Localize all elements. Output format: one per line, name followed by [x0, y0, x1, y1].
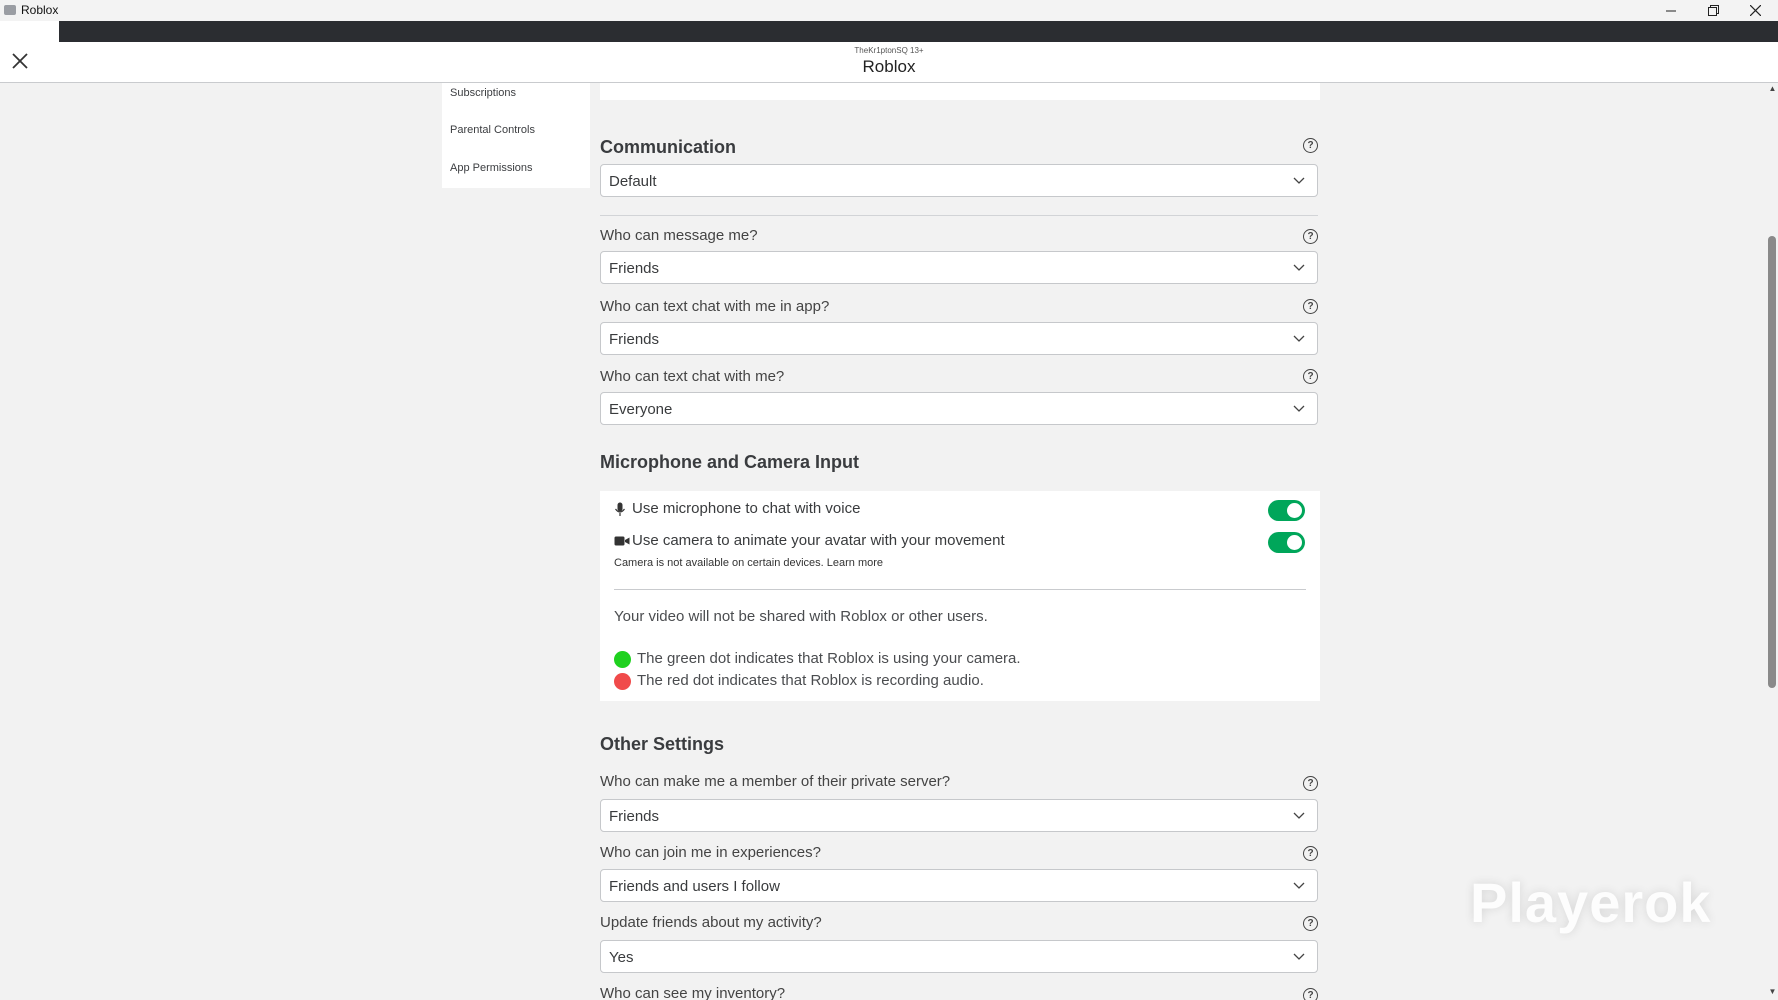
- help-icon[interactable]: ?: [1303, 369, 1318, 384]
- chevron-down-icon: [1293, 264, 1305, 271]
- text-chat-label: Who can text chat with me?: [600, 368, 785, 385]
- chevron-down-icon: [1293, 405, 1305, 412]
- mic-camera-card: Use microphone to chat with voice Use ca…: [600, 491, 1320, 701]
- inventory-visibility-label: Who can see my inventory?: [600, 985, 786, 1000]
- select-value: Friends: [609, 331, 660, 348]
- private-server-label: Who can make me a member of their privat…: [600, 773, 951, 790]
- modal-header: TheKr1ptonSQ 13+ Roblox: [0, 42, 1778, 83]
- join-experiences-select[interactable]: Friends and users I follow: [600, 869, 1318, 902]
- sidebar-item-subscriptions[interactable]: Subscriptions: [450, 87, 516, 99]
- background-app-edge: [0, 21, 59, 42]
- account-subtitle: TheKr1ptonSQ 13+: [854, 46, 924, 55]
- message-me-label: Who can message me?: [600, 227, 758, 244]
- camera-toggle[interactable]: [1268, 532, 1305, 553]
- select-value: Everyone: [609, 401, 673, 418]
- card-divider: [614, 589, 1306, 590]
- message-me-select[interactable]: Friends: [600, 251, 1318, 284]
- restore-button[interactable]: [1692, 0, 1734, 21]
- communication-heading: Communication: [600, 137, 737, 157]
- select-value: Default: [609, 173, 657, 190]
- help-icon[interactable]: ?: [1303, 138, 1318, 153]
- section-divider: [600, 215, 1318, 216]
- settings-sidebar: Subscriptions Parental Controls App Perm…: [442, 83, 590, 188]
- chevron-down-icon: [1293, 177, 1305, 184]
- previous-section-card: [600, 83, 1320, 100]
- close-icon: [1749, 5, 1761, 16]
- help-icon[interactable]: ?: [1303, 916, 1318, 931]
- help-icon[interactable]: ?: [1303, 299, 1318, 314]
- background-app-strip: [0, 21, 1778, 42]
- help-icon[interactable]: ?: [1303, 776, 1318, 791]
- help-icon[interactable]: ?: [1303, 229, 1318, 244]
- mic-toggle-label: Use microphone to chat with voice: [632, 500, 861, 517]
- mic-toggle[interactable]: [1268, 500, 1305, 521]
- window-titlebar: Roblox: [0, 0, 1778, 21]
- other-settings-heading: Other Settings: [600, 734, 725, 754]
- chevron-down-icon: [1293, 882, 1305, 889]
- help-icon[interactable]: ?: [1303, 988, 1318, 1000]
- activity-updates-label: Update friends about my activity?: [600, 914, 822, 931]
- sidebar-item-app-permissions[interactable]: App Permissions: [450, 162, 533, 174]
- select-value: Friends and users I follow: [609, 878, 780, 895]
- camera-icon: [614, 536, 630, 546]
- scroll-down-arrow-icon[interactable]: ▼: [1767, 987, 1778, 997]
- modal-title: Roblox: [862, 57, 916, 76]
- restore-icon: [1707, 5, 1719, 16]
- text-chat-select[interactable]: Everyone: [600, 392, 1318, 425]
- green-dot-text: The green dot indicates that Roblox is u…: [637, 650, 1021, 667]
- sidebar-item-parental-controls[interactable]: Parental Controls: [450, 124, 535, 136]
- roblox-app-icon: [4, 5, 16, 15]
- activity-updates-select[interactable]: Yes: [600, 940, 1318, 973]
- select-value: Yes: [609, 949, 634, 966]
- select-value: Friends: [609, 260, 660, 277]
- window-close-button[interactable]: [1734, 0, 1776, 21]
- join-experiences-label: Who can join me in experiences?: [600, 844, 821, 861]
- camera-toggle-label: Use camera to animate your avatar with y…: [632, 532, 1005, 549]
- chevron-down-icon: [1293, 812, 1305, 819]
- scroll-up-arrow-icon[interactable]: ▲: [1767, 84, 1778, 94]
- camera-availability-note[interactable]: Camera is not available on certain devic…: [614, 557, 883, 569]
- toggle-knob: [1287, 503, 1302, 518]
- chevron-down-icon: [1293, 335, 1305, 342]
- chevron-down-icon: [1293, 953, 1305, 960]
- watermark: Playerok: [1470, 871, 1712, 934]
- microphone-icon: [615, 502, 625, 516]
- private-server-select[interactable]: Friends: [600, 799, 1318, 832]
- window-title: Roblox: [21, 3, 59, 17]
- toggle-knob: [1287, 535, 1302, 550]
- mic-camera-heading: Microphone and Camera Input: [600, 452, 860, 472]
- communication-preset-select[interactable]: Default: [600, 164, 1318, 197]
- minimize-button[interactable]: [1650, 0, 1692, 21]
- in-app-chat-select[interactable]: Friends: [600, 322, 1318, 355]
- green-dot-indicator: [614, 651, 631, 668]
- scrollbar-thumb[interactable]: [1768, 236, 1776, 688]
- red-dot-text: The red dot indicates that Roblox is rec…: [637, 672, 984, 689]
- help-icon[interactable]: ?: [1303, 846, 1318, 861]
- video-privacy-note: Your video will not be shared with Roblo…: [614, 608, 988, 625]
- select-value: Friends: [609, 808, 660, 825]
- red-dot-indicator: [614, 673, 631, 690]
- minimize-icon: [1666, 10, 1676, 11]
- in-app-chat-label: Who can text chat with me in app?: [600, 298, 830, 315]
- settings-content[interactable]: Subscriptions Parental Controls App Perm…: [0, 83, 1768, 1000]
